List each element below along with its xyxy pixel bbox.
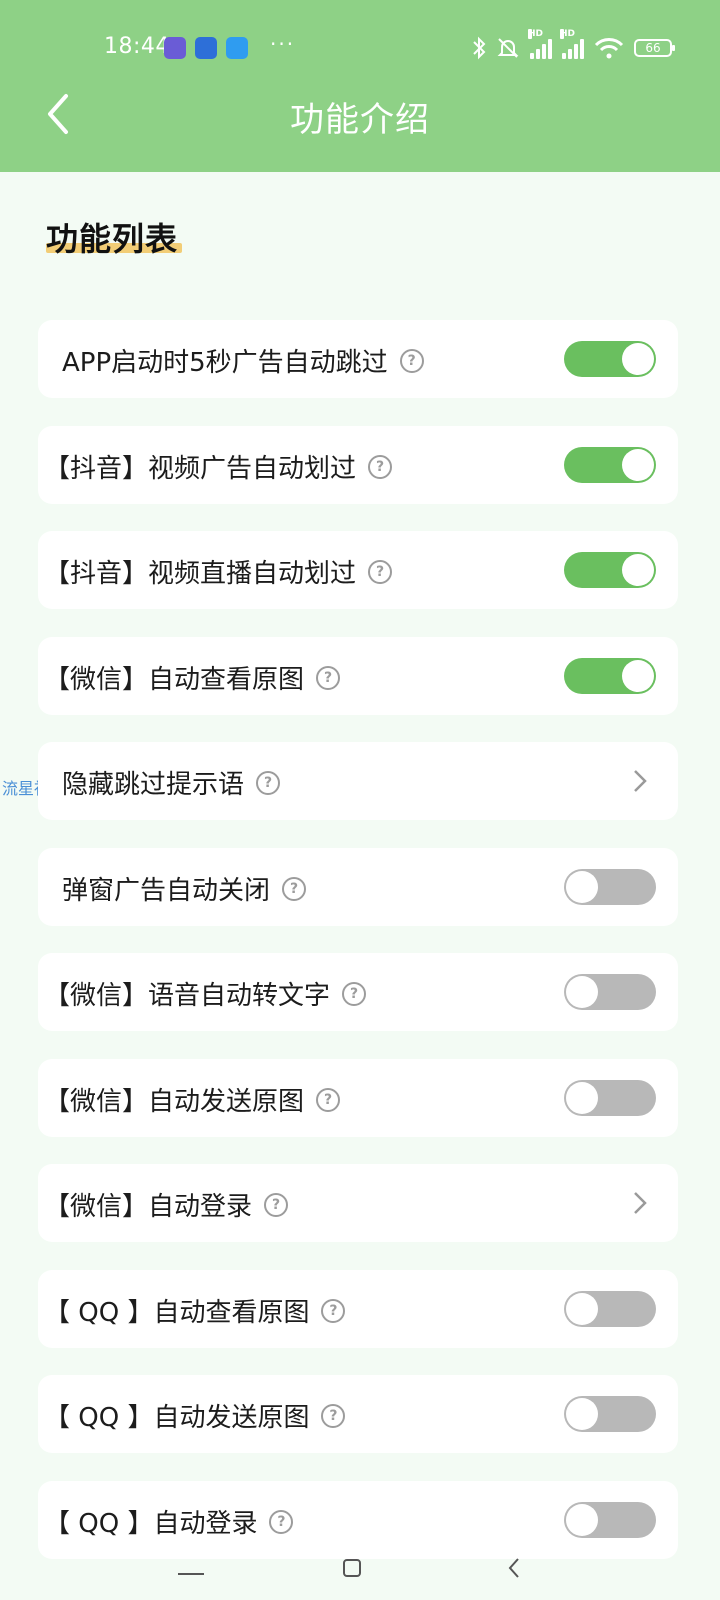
feature-item[interactable]: 【 QQ 】自动发送原图? bbox=[38, 1375, 678, 1453]
help-icon[interactable]: ? bbox=[316, 1087, 341, 1112]
help-icon[interactable]: ? bbox=[264, 1192, 289, 1217]
feature-toggle[interactable] bbox=[564, 552, 656, 588]
help-icon[interactable]: ? bbox=[282, 876, 307, 901]
help-icon[interactable]: ? bbox=[321, 1298, 346, 1323]
feature-item[interactable]: 【微信】自动登录? bbox=[38, 1164, 678, 1242]
feature-item[interactable]: 隐藏跳过提示语? bbox=[38, 742, 678, 820]
feature-item[interactable]: 【微信】自动发送原图? bbox=[38, 1059, 678, 1137]
feature-label-text: 【微信】自动登录 bbox=[44, 1192, 253, 1222]
toggle-knob bbox=[566, 871, 598, 903]
feature-label: 【微信】语音自动转文字? bbox=[44, 975, 367, 1012]
feature-label: 【 QQ 】自动发送原图? bbox=[44, 1397, 346, 1434]
app-notification-icon bbox=[195, 37, 217, 59]
battery-icon: 66 bbox=[634, 39, 675, 57]
bluetooth-icon bbox=[473, 36, 486, 60]
feature-item[interactable]: 【 QQ 】自动查看原图? bbox=[38, 1270, 678, 1348]
mute-bell-icon bbox=[497, 38, 519, 58]
back-nav-icon[interactable] bbox=[506, 1556, 522, 1580]
signal-icon: HD bbox=[560, 29, 584, 59]
feature-label-text: 弹窗广告自动关闭 bbox=[62, 876, 271, 906]
feature-label-text: 【 QQ 】自动查看原图 bbox=[44, 1298, 310, 1328]
help-icon[interactable]: ? bbox=[342, 981, 367, 1006]
feature-label: 【微信】自动登录? bbox=[44, 1186, 289, 1223]
status-bar: 18:44 ··· HD HD 66 bbox=[0, 0, 720, 96]
feature-toggle[interactable] bbox=[564, 974, 656, 1010]
feature-item[interactable]: APP启动时5秒广告自动跳过? bbox=[38, 320, 678, 398]
feature-label-text: 【微信】自动发送原图 bbox=[44, 1087, 305, 1117]
feature-label-text: 【微信】语音自动转文字 bbox=[44, 981, 331, 1011]
help-icon[interactable]: ? bbox=[368, 454, 393, 479]
feature-label: 【抖音】视频广告自动划过? bbox=[44, 448, 393, 485]
toggle-knob bbox=[566, 1293, 598, 1325]
feature-item[interactable]: 【抖音】视频广告自动划过? bbox=[38, 426, 678, 504]
feature-label-text: 【抖音】视频直播自动划过 bbox=[44, 559, 357, 589]
toggle-knob bbox=[622, 343, 654, 375]
wifi-icon bbox=[594, 38, 624, 59]
help-icon[interactable]: ? bbox=[269, 1509, 294, 1534]
feature-label-text: 【 QQ 】自动登录 bbox=[44, 1509, 258, 1539]
feature-label: 隐藏跳过提示语? bbox=[62, 764, 281, 801]
status-icons: HD HD 66 bbox=[472, 29, 675, 62]
network-badge: HD bbox=[560, 29, 576, 39]
feature-toggle[interactable] bbox=[564, 1396, 656, 1432]
feature-label: 【微信】自动发送原图? bbox=[44, 1081, 341, 1118]
network-badge: HD bbox=[528, 29, 544, 39]
feature-label-text: 【 QQ 】自动发送原图 bbox=[44, 1403, 310, 1433]
feature-label: APP启动时5秒广告自动跳过? bbox=[62, 342, 424, 379]
app-notification-icon bbox=[164, 37, 186, 59]
feature-item[interactable]: 弹窗广告自动关闭? bbox=[38, 848, 678, 926]
page-title: 功能介绍 bbox=[290, 100, 430, 140]
feature-item[interactable]: 【微信】语音自动转文字? bbox=[38, 953, 678, 1031]
toggle-knob bbox=[622, 660, 654, 692]
home-nav-icon[interactable] bbox=[342, 1558, 362, 1578]
feature-label: 弹窗广告自动关闭? bbox=[62, 870, 307, 907]
feature-label: 【 QQ 】自动登录? bbox=[44, 1503, 294, 1540]
feature-item[interactable]: 【 QQ 】自动登录? bbox=[38, 1481, 678, 1559]
status-time: 18:44 bbox=[104, 34, 170, 59]
feature-label: 【 QQ 】自动查看原图? bbox=[44, 1292, 346, 1329]
feature-toggle[interactable] bbox=[564, 869, 656, 905]
feature-toggle[interactable] bbox=[564, 447, 656, 483]
feature-label-text: APP启动时5秒广告自动跳过 bbox=[62, 348, 388, 378]
help-icon[interactable]: ? bbox=[368, 559, 393, 584]
toggle-knob bbox=[566, 1398, 598, 1430]
app-notification-icon bbox=[226, 37, 248, 59]
toggle-knob bbox=[622, 449, 654, 481]
help-icon[interactable]: ? bbox=[399, 348, 424, 373]
help-icon[interactable]: ? bbox=[256, 770, 281, 795]
section-title: 功能列表 bbox=[46, 220, 179, 258]
help-icon[interactable]: ? bbox=[321, 1403, 346, 1428]
feature-toggle[interactable] bbox=[564, 1502, 656, 1538]
toggle-knob bbox=[622, 554, 654, 586]
feature-toggle[interactable] bbox=[564, 1291, 656, 1327]
signal-icon: HD bbox=[528, 29, 552, 59]
feature-label-text: 【微信】自动查看原图 bbox=[44, 665, 305, 695]
help-icon[interactable]: ? bbox=[316, 665, 341, 690]
feature-item[interactable]: 【抖音】视频直播自动划过? bbox=[38, 531, 678, 609]
feature-label: 【抖音】视频直播自动划过? bbox=[44, 553, 393, 590]
feature-label-text: 【抖音】视频广告自动划过 bbox=[44, 454, 357, 484]
menu-nav-icon[interactable] bbox=[176, 1560, 206, 1576]
toggle-knob bbox=[566, 1504, 598, 1536]
feature-label-text: 隐藏跳过提示语 bbox=[62, 770, 245, 800]
feature-label: 【微信】自动查看原图? bbox=[44, 659, 341, 696]
toggle-knob bbox=[566, 976, 598, 1008]
feature-toggle[interactable] bbox=[564, 1080, 656, 1116]
feature-toggle[interactable] bbox=[564, 658, 656, 694]
app-header: 18:44 ··· HD HD 66 功能介绍 bbox=[0, 0, 720, 172]
feature-toggle[interactable] bbox=[564, 341, 656, 377]
toggle-knob bbox=[566, 1082, 598, 1114]
chevron-right-icon[interactable] bbox=[630, 1190, 650, 1216]
feature-intro-page: 18:44 ··· HD HD 66 功能介绍 功能列表 流星社区 APP启动时… bbox=[0, 0, 720, 1600]
feature-item[interactable]: 【微信】自动查看原图? bbox=[38, 637, 678, 715]
more-notifications-icon: ··· bbox=[270, 32, 296, 56]
chevron-right-icon[interactable] bbox=[630, 768, 650, 794]
